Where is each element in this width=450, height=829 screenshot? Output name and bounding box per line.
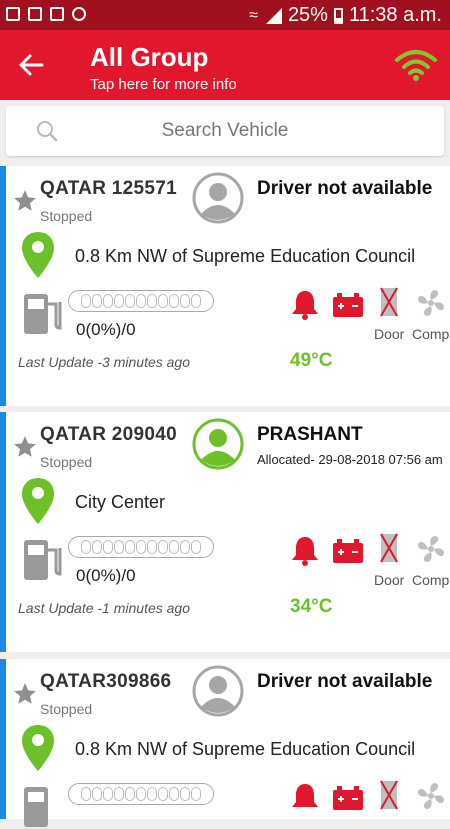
page-subtitle[interactable]: Tap here for more info: [90, 76, 237, 93]
driver-avatar-icon: [192, 665, 244, 717]
vehicle-card[interactable]: QATAR309866 Stopped Driver not available…: [0, 659, 450, 827]
driver-name: PRASHANT: [257, 424, 363, 445]
fuel-value: 0(0%)/0: [76, 320, 136, 339]
app-icon: [72, 7, 86, 21]
driver-avatar-icon: [192, 172, 244, 224]
fuel-pump-icon: [24, 787, 48, 827]
door-label: Door: [374, 326, 405, 342]
wifi-status-icon: ≈: [249, 6, 258, 24]
gallery-icon: [28, 7, 42, 21]
driver-avatar-icon: [192, 418, 244, 470]
search-box[interactable]: [6, 106, 444, 156]
favorite-star-icon[interactable]: [12, 681, 38, 707]
driver-name: Driver not available: [257, 178, 433, 199]
back-arrow-icon[interactable]: [16, 50, 46, 80]
alarm-bell-icon[interactable]: [290, 288, 320, 320]
vehicle-number: QATAR 209040: [40, 424, 178, 445]
status-bar: ≈ 25% 11:38 a.m.: [0, 0, 450, 30]
favorite-star-icon[interactable]: [12, 434, 38, 460]
battery-percent: 25%: [287, 4, 328, 26]
search-area: [0, 100, 450, 162]
clock: 11:38 a.m.: [348, 4, 442, 26]
vehicle-status: Stopped: [40, 454, 93, 470]
last-update: Last Update -1 minutes ago: [18, 600, 190, 616]
search-input[interactable]: [6, 106, 444, 156]
vehicle-status: Stopped: [40, 701, 93, 717]
app-bar[interactable]: All Group Tap here for more info: [0, 30, 450, 100]
fuel-level-bar: [68, 783, 214, 805]
vehicle-location: City Center: [75, 492, 166, 512]
alarm-bell-icon[interactable]: [290, 534, 320, 566]
vehicle-card[interactable]: QATAR 125571 Stopped Driver not availabl…: [0, 166, 450, 406]
location-pin-icon: [22, 725, 54, 771]
fuel-pump-icon: [24, 540, 62, 580]
alarm-bell-icon[interactable]: [290, 781, 320, 813]
compressor-fan-icon[interactable]: [414, 779, 448, 813]
vehicle-battery-icon[interactable]: [332, 292, 364, 318]
allocation-info: Allocated- 29-08-2018 07:56 am: [257, 452, 443, 467]
vehicle-battery-icon[interactable]: [332, 785, 364, 811]
vehicle-number: QATAR309866: [40, 671, 172, 692]
fuel-level-bar: [68, 290, 214, 312]
compressor-fan-icon[interactable]: [414, 532, 448, 566]
favorite-star-icon[interactable]: [12, 188, 38, 214]
page-title[interactable]: All Group: [90, 42, 208, 73]
compressor-label: Comp: [412, 572, 450, 588]
door-label: Door: [374, 572, 405, 588]
notification-icons: [6, 7, 86, 21]
vehicle-card[interactable]: QATAR 209040 Stopped PRASHANT Allocated-…: [0, 412, 450, 652]
fuel-value: 0(0%)/0: [76, 566, 136, 585]
connection-wifi-icon[interactable]: [394, 48, 438, 82]
fuel-level-bar: [68, 536, 214, 558]
door-icon[interactable]: [378, 286, 400, 318]
door-icon[interactable]: [378, 779, 400, 811]
location-pin-icon: [22, 478, 54, 524]
vehicle-status: Stopped: [40, 208, 93, 224]
fuel-pump-icon: [24, 294, 62, 334]
door-icon[interactable]: [378, 532, 400, 564]
compressor-label: Comp: [412, 326, 450, 342]
driver-name: Driver not available: [257, 671, 433, 692]
signal-icon: [264, 7, 282, 24]
mail-icon: [50, 7, 64, 21]
battery-icon: [333, 7, 343, 24]
vehicle-battery-icon[interactable]: [332, 538, 364, 564]
notification-icon: [6, 7, 20, 21]
location-pin-icon: [22, 232, 54, 278]
temperature: 49°C: [290, 350, 333, 371]
temperature: 34°C: [290, 596, 333, 617]
compressor-fan-icon[interactable]: [414, 286, 448, 320]
vehicle-location: 0.8 Km NW of Supreme Education Council: [75, 739, 416, 759]
last-update: Last Update -3 minutes ago: [18, 354, 190, 370]
vehicle-number: QATAR 125571: [40, 178, 178, 199]
vehicle-location: 0.8 Km NW of Supreme Education Council: [75, 246, 416, 266]
